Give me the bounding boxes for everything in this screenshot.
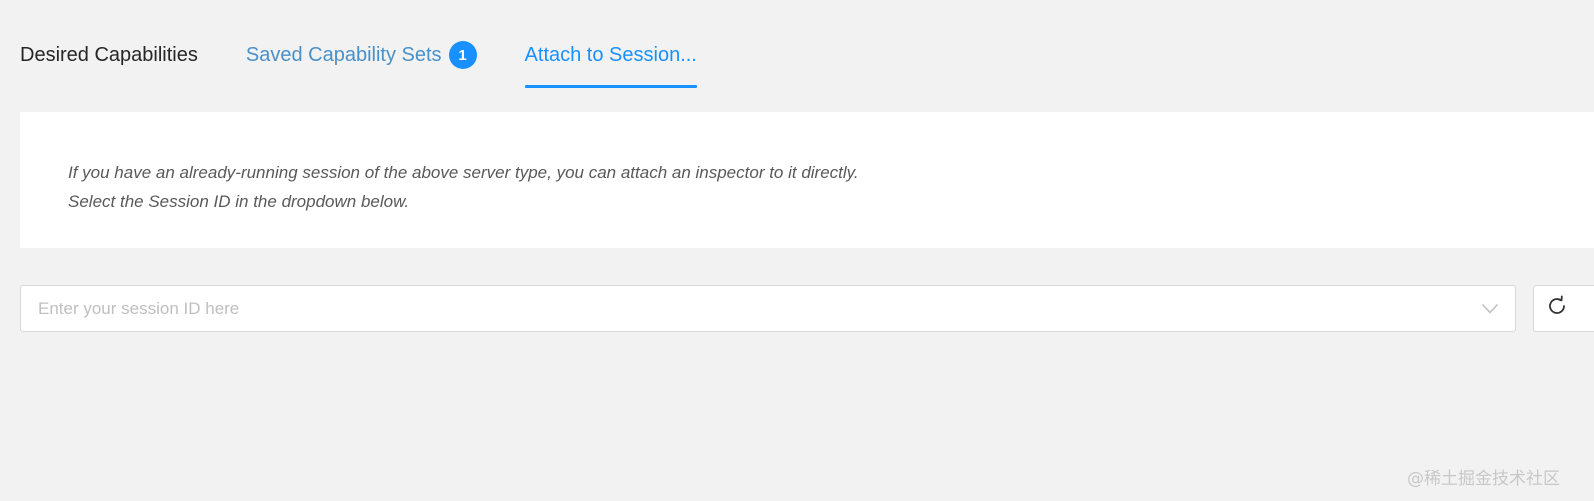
session-id-input[interactable] <box>21 286 1481 331</box>
saved-count-badge: 1 <box>448 41 477 69</box>
tab-desired-capabilities-label: Desired Capabilities <box>20 44 198 66</box>
tab-attach-to-session[interactable]: Attach to Session... <box>524 30 698 88</box>
info-panel: If you have an already-running session o… <box>20 112 1594 248</box>
chevron-down-icon[interactable] <box>1481 300 1499 318</box>
session-id-select[interactable] <box>20 285 1516 332</box>
tab-desired-capabilities[interactable]: Desired Capabilities <box>20 30 198 88</box>
tab-bar: Desired Capabilities Saved Capability Se… <box>20 30 698 90</box>
attach-session-page: Desired Capabilities Saved Capability Se… <box>0 0 1594 501</box>
info-text-line-1: If you have an already-running session o… <box>68 163 859 182</box>
tab-saved-capability-sets-label: Saved Capability Sets <box>245 44 442 66</box>
refresh-button[interactable] <box>1533 285 1594 332</box>
refresh-icon <box>1546 295 1568 322</box>
info-text-line-2: Select the Session ID in the dropdown be… <box>68 192 410 211</box>
watermark-text: @稀土掘金技术社区 <box>1407 469 1560 489</box>
tab-attach-to-session-label: Attach to Session... <box>524 44 697 66</box>
tab-saved-capability-sets[interactable]: Saved Capability Sets 1 <box>246 30 477 88</box>
